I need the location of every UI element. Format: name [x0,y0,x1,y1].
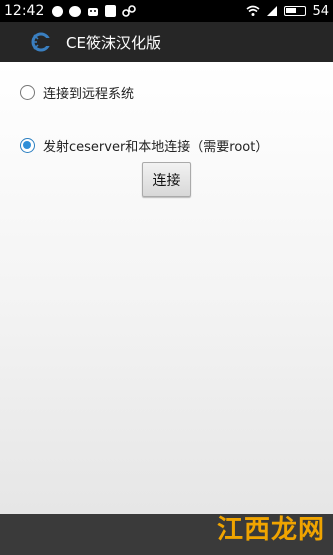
app-title: CE筱沫汉化版 [66,33,161,52]
wifi-icon [246,5,260,16]
main-content: 连接到远程系统 发射ceserver和本地连接（需要root） 连接 [0,62,333,514]
android-icon [88,8,99,16]
option-local[interactable]: 发射ceserver和本地连接（需要root） [20,136,268,155]
watermark-logo: 江西龙网 [216,515,325,545]
option-local-label: 发射ceserver和本地连接（需要root） [43,140,269,155]
battery-level: 54 [312,3,329,19]
battery-icon [284,6,307,16]
cheat-engine-logo-icon[interactable] [30,31,50,53]
app-bar: CE筱沫汉化版 [0,22,333,62]
connect-button[interactable]: 连接 [142,162,191,197]
sim-icon [267,6,278,16]
radio-remote[interactable] [20,85,35,100]
bag-icon [105,5,117,17]
radio-local[interactable] [20,138,35,153]
status-time: 12:42 [4,3,45,19]
status-right: 54 [246,4,329,19]
option-remote[interactable]: 连接到远程系统 [20,83,134,102]
status-left: 12:42 [4,3,137,19]
link-icon [122,5,137,17]
sun-icon [52,5,64,17]
option-remote-label: 连接到远程系统 [43,87,135,102]
chat-icon [69,5,82,17]
status-bar: 12:42 54 [0,0,333,22]
